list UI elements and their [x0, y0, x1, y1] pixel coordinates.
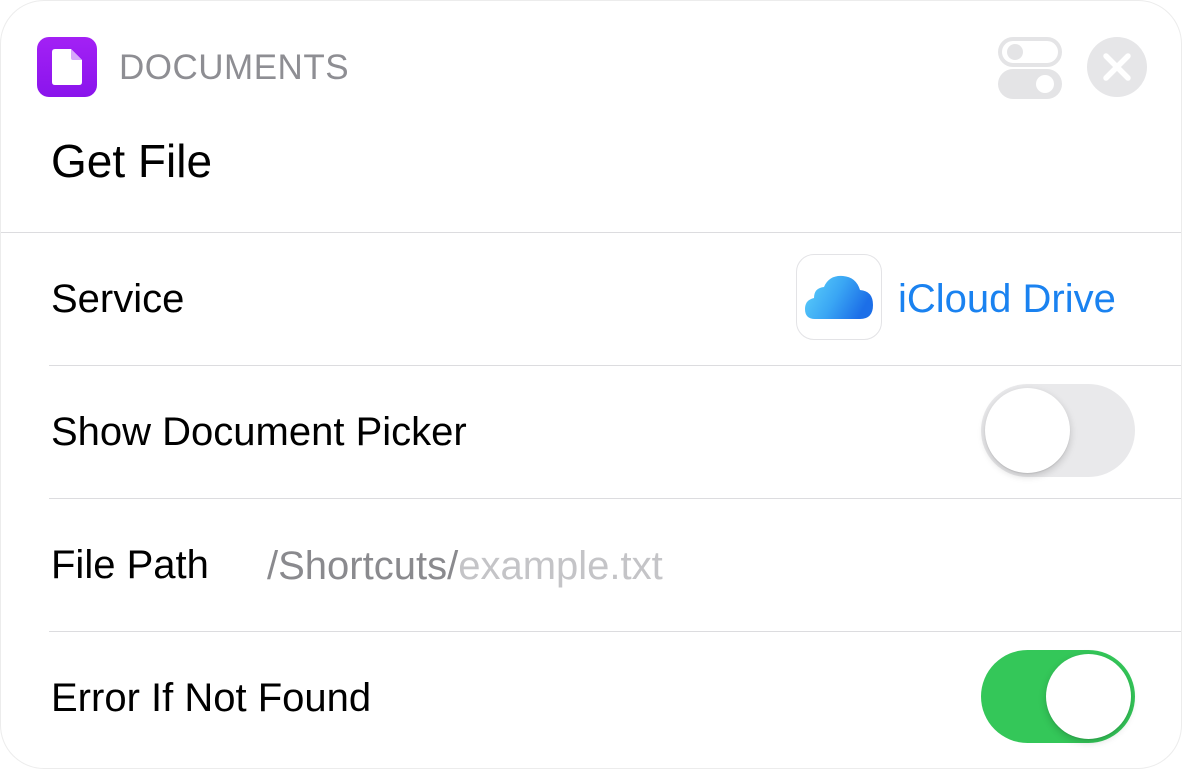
icloud-icon[interactable]	[796, 254, 882, 340]
row-divider	[49, 365, 1181, 366]
service-label: Service	[51, 277, 185, 321]
action-title: Get File	[51, 135, 213, 187]
file-path-placeholder: example.txt	[458, 544, 663, 588]
header-divider	[1, 232, 1181, 233]
row-divider	[49, 631, 1181, 632]
row-divider	[49, 498, 1181, 499]
file-path-prefix: /Shortcuts/	[267, 544, 459, 588]
action-card: DOCUMENTS Get File Service iCloud Drive …	[0, 0, 1182, 769]
close-icon	[1103, 53, 1131, 81]
toggle-knob	[985, 388, 1070, 473]
file-path-label: File Path	[51, 543, 209, 587]
document-icon	[37, 37, 97, 97]
app-name: DOCUMENTS	[119, 48, 350, 87]
close-button[interactable]	[1087, 37, 1147, 97]
error-if-not-found-label: Error If Not Found	[51, 676, 372, 720]
service-value[interactable]: iCloud Drive	[898, 277, 1116, 322]
error-if-not-found-toggle[interactable]	[981, 650, 1135, 743]
show-picker-toggle[interactable]	[981, 384, 1135, 477]
show-picker-label: Show Document Picker	[51, 410, 467, 454]
file-path-field[interactable]: /Shortcuts/example.txt	[267, 544, 663, 589]
toggles-icon[interactable]	[998, 37, 1062, 99]
toggle-knob	[1046, 654, 1131, 739]
